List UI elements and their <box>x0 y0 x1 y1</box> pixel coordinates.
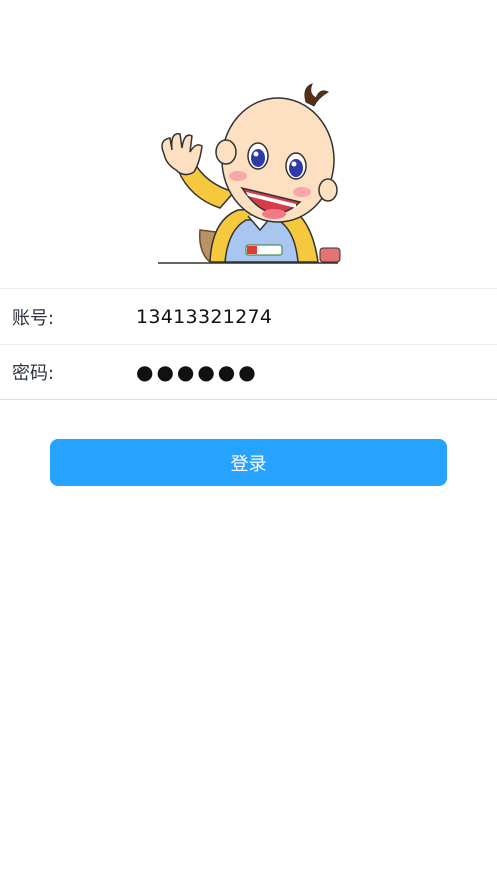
account-label: 账号: <box>12 307 55 329</box>
account-input[interactable]: 13413321274 <box>136 306 272 328</box>
login-form: 账号: 13413321274 密码: ●●●●●● <box>0 288 497 400</box>
password-label: 密码: <box>12 363 55 384</box>
mascot-illustration <box>150 80 350 265</box>
password-row: 密码: ●●●●●● <box>0 344 497 400</box>
password-input[interactable]: ●●●●●● <box>136 360 259 384</box>
account-row: 账号: 13413321274 <box>0 288 497 344</box>
login-button[interactable]: 登录 <box>50 439 447 486</box>
